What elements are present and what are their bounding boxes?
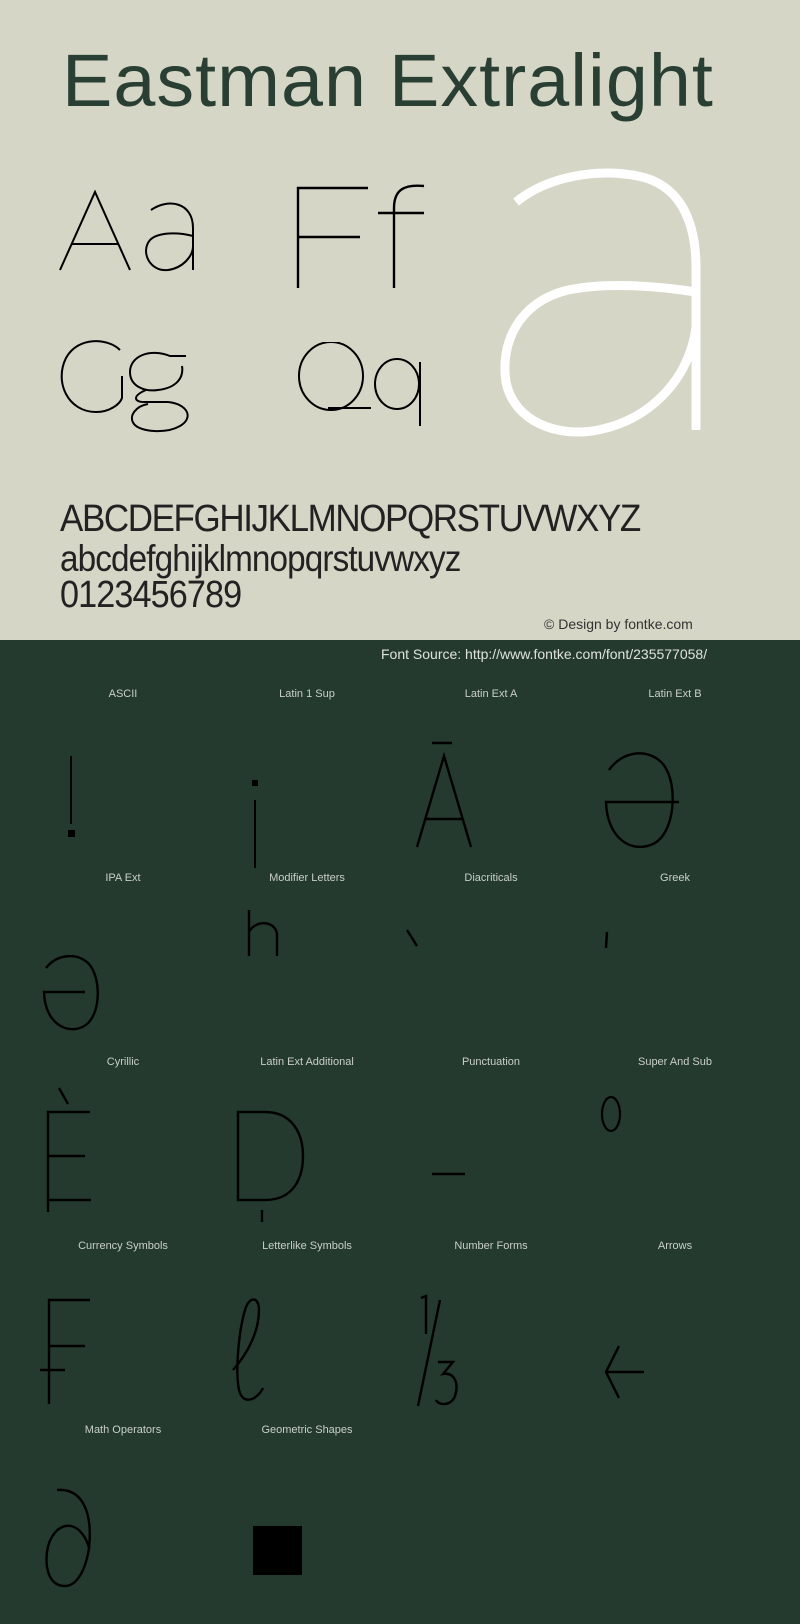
- glyph-cyrillic-e-grave: [46, 1087, 91, 1212]
- block-label: Diacriticals: [464, 872, 518, 884]
- block-latin-ext-a: Latin Ext A: [399, 688, 583, 872]
- block-label: Letterlike Symbols: [262, 1240, 352, 1252]
- font-title: Eastman Extralight: [62, 39, 714, 122]
- glyph-figure-dash: [432, 1172, 465, 1176]
- block-label: Greek: [660, 872, 690, 884]
- font-source-link[interactable]: Font Source: http://www.fontke.com/font/…: [381, 646, 707, 662]
- sample-pair-aa: [59, 189, 194, 272]
- glyph-schwa: [42, 955, 99, 1031]
- glyph-exclamation: [68, 756, 75, 837]
- block-number-forms: Number Forms: [399, 1240, 583, 1424]
- glyph-script-l: [232, 1298, 265, 1401]
- block-greek: Greek: [583, 872, 767, 1056]
- block-modifier-letters: Modifier Letters: [215, 872, 399, 1056]
- block-label: Currency Symbols: [78, 1240, 168, 1252]
- block-letterlike-symbols: Letterlike Symbols: [215, 1240, 399, 1424]
- glyph-black-square: [253, 1526, 302, 1575]
- glyph-superscript-zero: [600, 1095, 622, 1133]
- block-label: Latin 1 Sup: [279, 688, 335, 700]
- block-label: Latin Ext A: [464, 688, 518, 700]
- glyph-greek-numeral-sign: [604, 931, 609, 949]
- block-geometric-shapes: Geometric Shapes: [215, 1424, 399, 1608]
- block-label: IPA Ext: [105, 872, 141, 884]
- block-label: Latin Ext B: [648, 688, 702, 700]
- glyph-d-dot-below: [236, 1110, 305, 1222]
- glyph-one-third: [416, 1294, 458, 1407]
- sample-pair-gg: [60, 340, 189, 432]
- block-ascii: ASCII: [31, 688, 215, 872]
- block-latin-1-sup: Latin 1 Sup: [215, 688, 399, 872]
- block-label: Geometric Shapes: [261, 1424, 353, 1436]
- glyph-left-arrow: [604, 1345, 644, 1399]
- glyph-schwa-capital: [604, 752, 679, 849]
- block-arrows: Arrows: [583, 1240, 767, 1424]
- specimen-panel: Eastman Extralight ABCDEFGHIJKLMNOPQRSTU…: [0, 0, 800, 640]
- digits: 0123456789: [60, 574, 242, 616]
- block-math-operators: Math Operators: [31, 1424, 215, 1608]
- block-label: Math Operators: [84, 1424, 162, 1436]
- block-diacriticals: Diacriticals: [399, 872, 583, 1056]
- sample-pair-qq: [298, 342, 421, 426]
- glyph-partial-differential: [45, 1488, 91, 1588]
- block-label: Cyrillic: [106, 1056, 140, 1068]
- block-label: Arrows: [657, 1240, 693, 1252]
- glyph-modifier-h: [247, 910, 279, 956]
- glyph-a-macron: [415, 741, 473, 848]
- uppercase-alphabet: ABCDEFGHIJKLMNOPQRSTUVWXYZ: [60, 498, 641, 540]
- block-currency-symbols: Currency Symbols: [31, 1240, 215, 1424]
- block-cyrillic: Cyrillic: [31, 1056, 215, 1240]
- sample-pair-ff: [296, 184, 425, 288]
- lowercase-alphabet: abcdefghijklmnopqrstuvwxyz: [60, 538, 461, 579]
- block-label: Punctuation: [461, 1056, 521, 1068]
- block-latin-ext-additional: Latin Ext Additional: [215, 1056, 399, 1240]
- block-label: Latin Ext Additional: [260, 1056, 354, 1068]
- block-latin-ext-b: Latin Ext B: [583, 688, 767, 872]
- block-label: Number Forms: [454, 1240, 528, 1252]
- block-punctuation: Punctuation: [399, 1056, 583, 1240]
- block-ipa-ext: IPA Ext: [31, 872, 215, 1056]
- design-credit: © Design by fontke.com: [544, 616, 693, 632]
- glyph-grave-accent: [405, 929, 419, 947]
- block-label: Super And Sub: [637, 1056, 712, 1068]
- block-label: ASCII: [108, 688, 138, 700]
- glyph-french-franc: [40, 1298, 90, 1404]
- block-label: Modifier Letters: [269, 872, 345, 884]
- block-super-and-sub: Super And Sub: [583, 1056, 767, 1240]
- hero-glyph-a: [500, 168, 701, 437]
- glyph-inverted-exclamation: [252, 780, 258, 868]
